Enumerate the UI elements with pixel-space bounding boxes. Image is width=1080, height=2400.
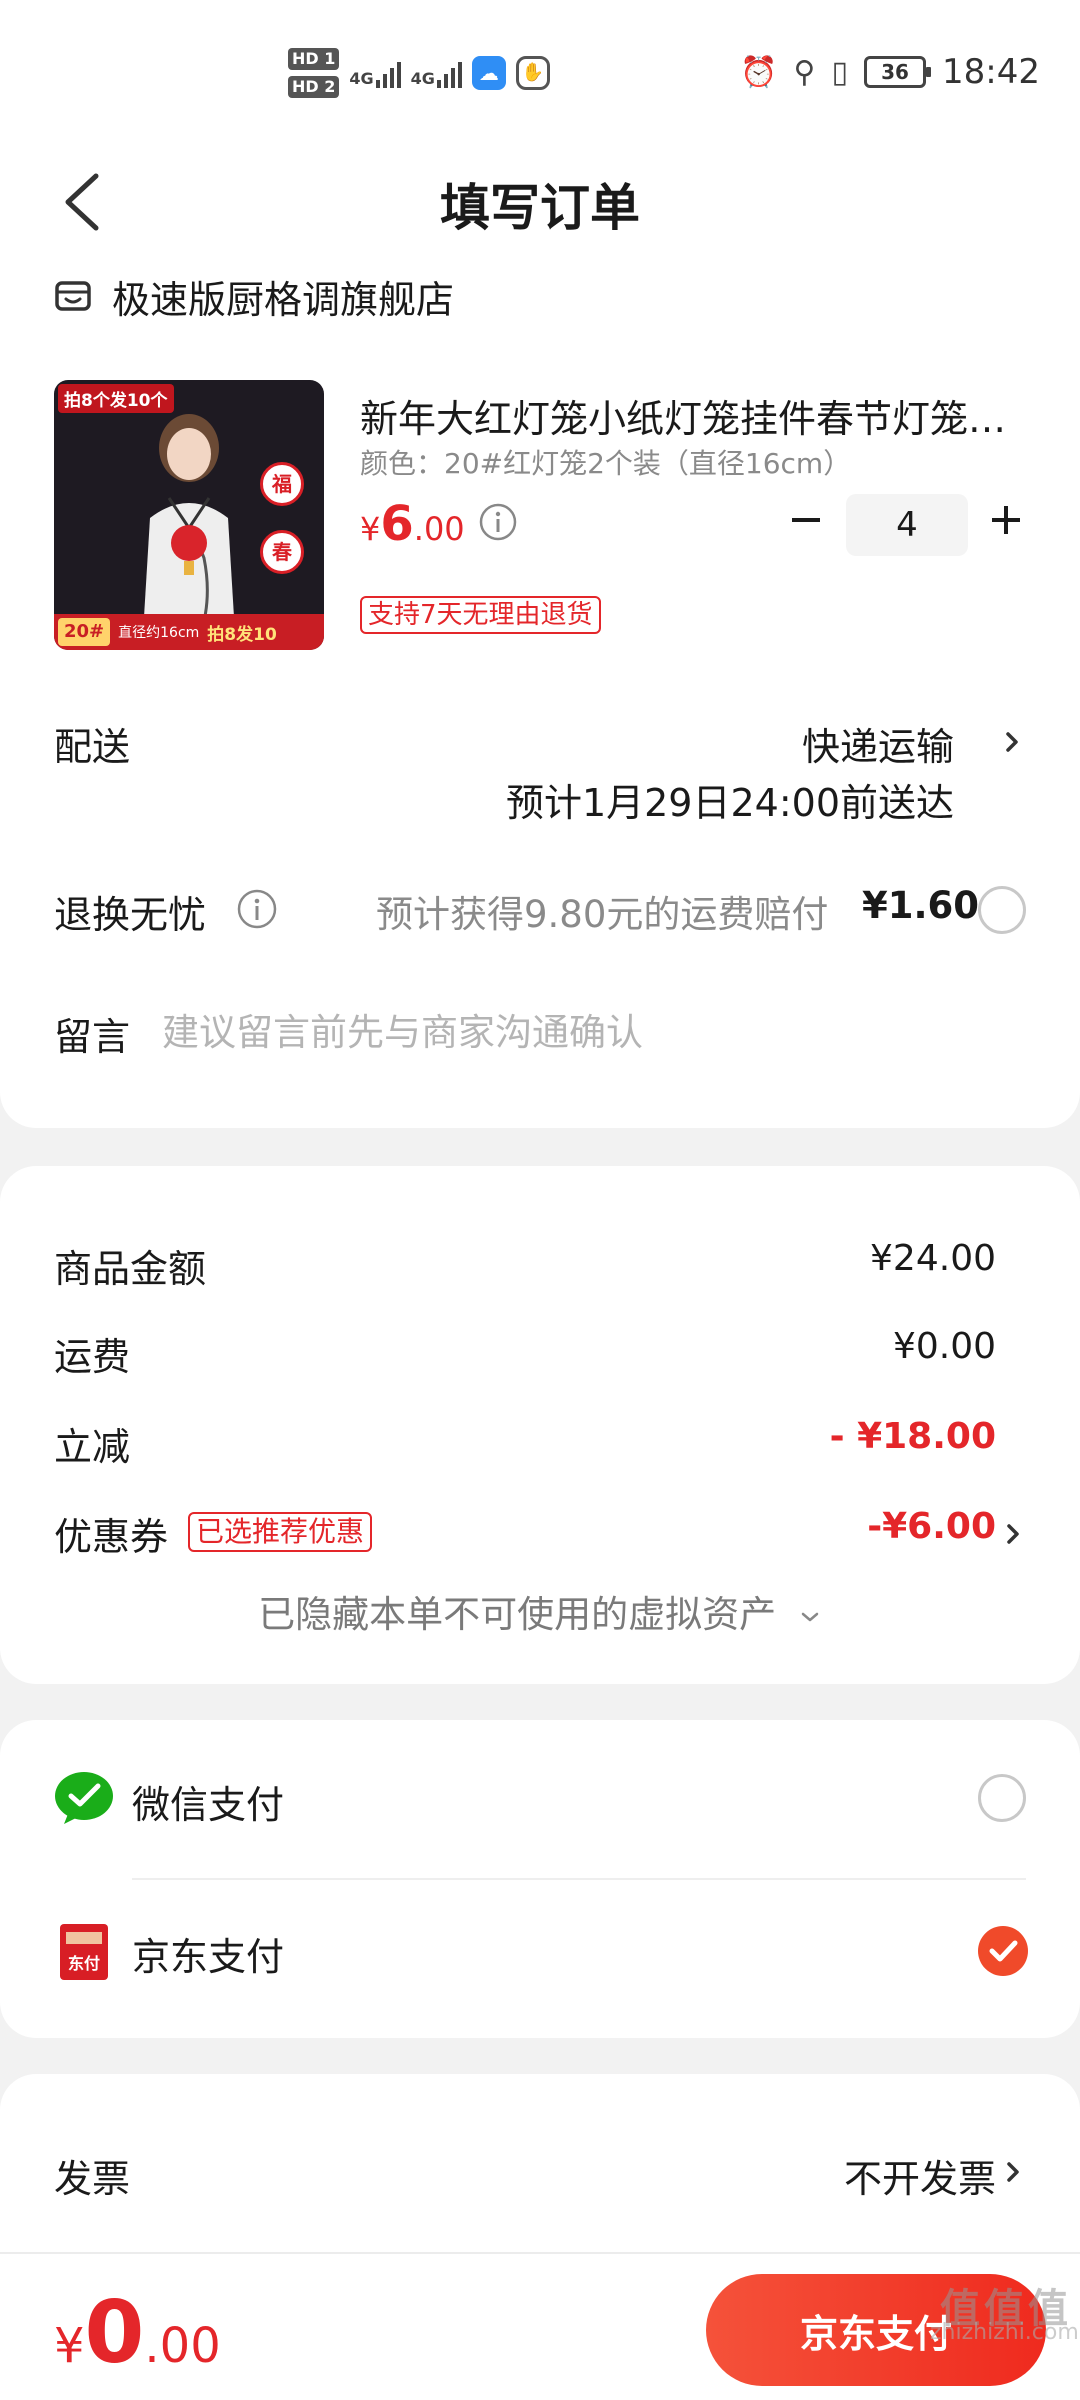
checkmark-icon (989, 1940, 1018, 1962)
product-title[interactable]: 新年大红灯笼小纸灯笼挂件春节灯笼装饰 (360, 388, 1030, 443)
price-decimal: .00 (413, 510, 465, 548)
return-insurance-label: 退换无忧 (54, 893, 207, 937)
total-price: ¥ 0 .00 (54, 2290, 221, 2376)
goods-amount-value: ¥24.00 (870, 1238, 996, 1279)
invoice-label: 发票 (54, 2157, 131, 2201)
hd-indicators: HD 1 HD 2 (288, 48, 340, 98)
signal-2: 4G (411, 58, 462, 88)
price-info-icon[interactable] (478, 502, 518, 542)
discount-value: - ¥18.00 (829, 1416, 996, 1457)
network-type-2: 4G (410, 69, 435, 88)
status-bar: HD 1 HD 2 4G 4G ☁ ✋ ⏰ ⚲ ▯ 36 18:42 (0, 0, 1080, 150)
product-image-diameter: 直径约16cm (118, 625, 200, 641)
nav-bar: 填写订单 (0, 150, 1080, 250)
status-right: ⏰ ⚲ ▯ 36 18:42 (740, 52, 1040, 92)
amount-card: 商品金额 ¥24.00 运费 ¥0.00 立减 - ¥18.00 优惠券 已选推… (0, 1166, 1080, 1684)
price-currency: ¥ (360, 510, 381, 548)
fu-badge-icon: 福 (260, 462, 304, 506)
quantity-stepper[interactable]: 4 (846, 494, 968, 556)
hidden-assets-toggle[interactable]: 已隐藏本单不可使用的虚拟资产 (0, 1584, 1080, 1638)
jd-pay-radio-checked[interactable] (978, 1926, 1028, 1976)
store-row[interactable]: 极速版厨格调旗舰店 (54, 268, 454, 324)
delivery-label: 配送 (54, 725, 131, 769)
chevron-right-icon[interactable] (1002, 2156, 1024, 2188)
store-icon (55, 281, 91, 311)
message-label: 留言 (54, 1015, 131, 1059)
product-image-number: 20# (58, 618, 111, 646)
signal-1: 4G (349, 58, 401, 88)
invoice-card[interactable]: 发票 不开发票 (0, 2074, 1080, 2274)
signal-bars-2-icon (436, 58, 462, 88)
product-image-tag: 拍8个发10个 (58, 384, 174, 413)
chevron-right-icon[interactable] (1002, 1518, 1024, 1550)
hand-icon: ✋ (515, 56, 550, 90)
return-policy-badge: 支持7天无理由退货 (360, 596, 601, 634)
page-title: 填写订单 (440, 179, 640, 237)
info-icon[interactable] (236, 888, 278, 930)
delivery-method[interactable]: 快递运输 (802, 716, 954, 771)
message-input[interactable] (162, 1002, 1022, 1062)
cloud-icon: ☁ (471, 56, 506, 90)
hd2-indicator: HD 2 (288, 76, 340, 98)
total-integer: 0 (84, 2283, 145, 2383)
product-image[interactable]: 拍8个发10个 福 春 20# 直径约16cm 拍8发10 (54, 380, 324, 650)
product-image-promo: 拍8发10 (207, 624, 277, 645)
status-left: HD 1 HD 2 4G 4G ☁ ✋ (288, 48, 550, 98)
coupon-badge: 已选推荐优惠 (188, 1512, 373, 1552)
chevron-right-icon[interactable] (1000, 724, 1024, 760)
location-icon: ⚲ (793, 54, 816, 90)
product-spec: 颜色：20#红灯笼2个装（直径16cm） (360, 447, 852, 480)
wechat-pay-icon (55, 1772, 113, 1824)
clock: 18:42 (942, 52, 1040, 92)
product-image-banner: 20# 直径约16cm 拍8发10 (54, 614, 324, 650)
battery-icon: 36 (864, 56, 932, 88)
return-insurance-price: ¥1.60 (862, 884, 980, 927)
total-decimal: .00 (144, 2318, 221, 2374)
return-insurance-description: 预计获得9.80元的运费赔付 (376, 893, 829, 936)
store-name: 极速版厨格调旗舰店 (112, 277, 455, 322)
shipping-value: ¥0.00 (892, 1326, 996, 1367)
signal-bars-1-icon (375, 58, 401, 88)
quantity-decrease-button[interactable] (786, 500, 826, 540)
vibrate-icon: ▯ (831, 54, 849, 90)
payment-card: 微信支付 东付 京东支付 (0, 1720, 1080, 2038)
chun-badge-icon: 春 (260, 530, 304, 574)
shipping-label: 运费 (54, 1335, 131, 1379)
chevron-down-icon (801, 1612, 819, 1621)
jd-pay-label: 京东支付 (132, 1935, 285, 1979)
wechat-pay-radio[interactable] (978, 1774, 1026, 1822)
product-price: ¥ 6 .00 (360, 496, 465, 552)
coupon-label: 优惠券 (54, 1515, 169, 1559)
order-card: 填写订单 极速版厨格调旗舰店 拍8个发10个 福 春 20# 直径约16cm 拍… (0, 150, 1080, 1128)
quantity-increase-button[interactable] (986, 500, 1026, 540)
wechat-pay-label: 微信支付 (132, 1783, 285, 1827)
coupon-value[interactable]: -¥6.00 (867, 1506, 996, 1547)
invoice-value: 不开发票 (843, 2157, 996, 2201)
alarm-icon: ⏰ (740, 54, 778, 90)
goods-amount-label: 商品金额 (54, 1247, 207, 1291)
total-currency: ¥ (54, 2318, 85, 2374)
discount-label: 立减 (54, 1425, 131, 1469)
return-insurance-radio[interactable] (978, 886, 1026, 934)
hidden-assets-text: 已隐藏本单不可使用的虚拟资产 (258, 1593, 777, 1636)
hd1-indicator: HD 1 (288, 48, 340, 70)
delivery-eta: 预计1月29日24:00前送达 (505, 781, 954, 825)
checkout-bar: ¥ 0 .00 京东支付 (0, 2252, 1080, 2400)
jd-pay-icon-text: 东付 (68, 1954, 100, 1973)
network-type-1: 4G (349, 69, 374, 88)
watermark-text: zhizhizhi.com (930, 2320, 1079, 2345)
divider (132, 1878, 1026, 1880)
jd-pay-icon: 东付 (60, 1924, 108, 1980)
price-integer: 6 (380, 496, 414, 552)
